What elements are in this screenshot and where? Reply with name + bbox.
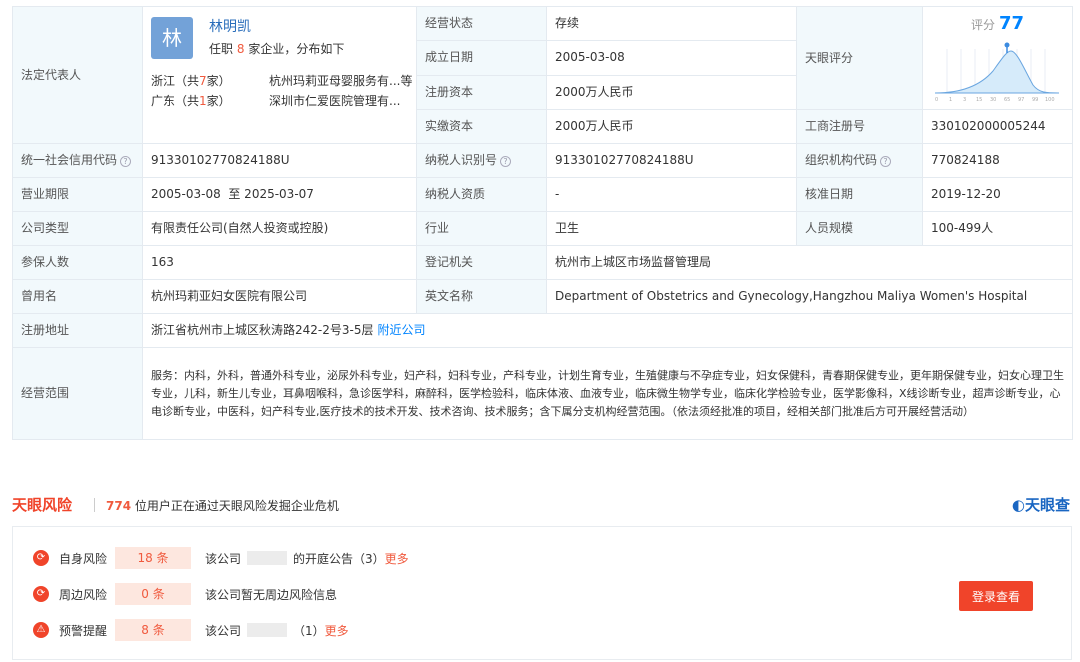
- value-reg-capital: 2000万人民币: [546, 74, 797, 111]
- value-biz-scope: 服务：内科，外科，普通外科专业，泌尿外科专业，妇产科，妇科专业，产科专业，计划生…: [142, 347, 1073, 440]
- label-address: 注册地址: [12, 313, 143, 348]
- tick-label: 3: [963, 97, 966, 103]
- risk-desc: 该公司暂无周边风险信息: [205, 588, 338, 602]
- label-company-type: 公司类型: [12, 211, 143, 246]
- risk-label: 自身风险: [59, 552, 108, 566]
- tick-label: 100: [1045, 97, 1055, 103]
- tick-label: 99: [1032, 97, 1038, 103]
- value-taxpayer-id: 91330102770824188U: [546, 143, 797, 178]
- risk-panel: ⟳ 自身风险 18 条 该公司 的开庭公告（3）更多 ⟳ 周边风险 0 条 该公司…: [12, 526, 1072, 660]
- label-status: 经营状态: [416, 5, 547, 42]
- nearby-companies-link[interactable]: 附近公司: [377, 323, 425, 337]
- value-taxpayer-qual: -: [546, 177, 797, 212]
- risk-count-badge[interactable]: 8 条: [115, 619, 191, 641]
- label-org-code: 组织机构代码?: [796, 143, 923, 178]
- label-industry: 行业: [416, 211, 547, 246]
- label-staff-size: 人员规模: [796, 211, 923, 246]
- label-paid-capital: 实缴资本: [416, 109, 547, 144]
- score-distribution-chart: 0 1 3 15 30 65 97 99 100: [934, 42, 1060, 103]
- label-biz-scope: 经营范围: [12, 347, 143, 440]
- risk-user-count: 774 位用户正在通过天眼风险发掘企业危机: [106, 499, 339, 513]
- risk-row-surrounding: ⟳ 周边风险 0 条 该公司暂无周边风险信息: [33, 583, 733, 605]
- label-biz-term: 营业期限: [12, 177, 143, 212]
- legal-rep-card: 林 林明凯 任职 8 家企业，分布如下 浙江（共7家） 杭州玛莉亚母婴服务有..…: [143, 7, 416, 143]
- label-legal-rep: 法定代表人: [12, 6, 143, 144]
- risk-header: 天眼风险 774 位用户正在通过天眼风险发掘企业危机 ◐天眼查: [12, 492, 1072, 518]
- risk-row-warning: ⚠ 预警提醒 8 条 该公司 （1）更多: [33, 619, 733, 641]
- label-authority: 登记机关: [416, 245, 547, 280]
- rep-position-summary: 任职 8 家企业，分布如下: [209, 42, 345, 56]
- avatar: 林: [151, 17, 193, 59]
- value-org-code: 770824188: [922, 143, 1073, 178]
- tick-label: 30: [990, 97, 996, 103]
- value-former-name: 杭州玛莉亚妇女医院有限公司: [142, 279, 417, 314]
- value-biz-term: 2005-03-08 至 2025-03-07: [142, 177, 417, 212]
- value-authority: 杭州市上城区市场监督管理局: [546, 245, 1073, 280]
- alarm-icon: ⚠: [33, 622, 49, 638]
- more-link[interactable]: 更多: [385, 552, 409, 566]
- tick-label: 0: [935, 97, 938, 103]
- more-link[interactable]: 更多: [325, 624, 349, 638]
- surrounding-risk-icon: ⟳: [33, 586, 49, 602]
- risk-row-self: ⟳ 自身风险 18 条 该公司 的开庭公告（3）更多: [33, 547, 733, 569]
- label-taxpayer-qual: 纳税人资质: [416, 177, 547, 212]
- value-biz-reg-no: 330102000005244: [922, 109, 1073, 144]
- help-icon[interactable]: ?: [120, 156, 132, 167]
- score-widget[interactable]: 评分 77 0 1 3 15 30 65 97 99 100: [923, 7, 1072, 109]
- value-industry: 卫生: [546, 211, 797, 246]
- tick-label: 97: [1018, 97, 1024, 103]
- score-text: 评分 77: [970, 13, 1025, 34]
- value-credit-code: 91330102770824188U: [142, 143, 417, 178]
- company-info-table: 法定代表人 林 林明凯 任职 8 家企业，分布如下 浙江（共7家） 杭州玛莉亚母…: [12, 5, 1073, 440]
- risk-label: 周边风险: [59, 588, 108, 602]
- label-former-name: 曾用名: [12, 279, 143, 314]
- value-insured: 163: [142, 245, 417, 280]
- label-found-date: 成立日期: [416, 40, 547, 76]
- value-company-type: 有限责任公司(自然人投资或控股): [142, 211, 417, 246]
- risk-desc: 该公司 的开庭公告（3）更多: [205, 551, 409, 566]
- help-icon[interactable]: ?: [880, 156, 892, 167]
- value-found-date: 2005-03-08: [546, 40, 797, 76]
- label-credit-code: 统一社会信用代码?: [12, 143, 143, 178]
- label-approve-date: 核准日期: [796, 177, 923, 212]
- value-address: 浙江省杭州市上城区秋涛路242-2号3-5层 附近公司: [142, 313, 1073, 348]
- masked-company: [247, 623, 288, 637]
- value-approve-date: 2019-12-20: [922, 177, 1073, 212]
- tick-label: 15: [976, 97, 982, 103]
- tianyancha-logo[interactable]: ◐天眼查: [1012, 494, 1070, 515]
- label-reg-capital: 注册资本: [416, 74, 547, 111]
- self-risk-icon: ⟳: [33, 550, 49, 566]
- label-taxpayer-id: 纳税人识别号?: [416, 143, 547, 178]
- divider: [94, 498, 95, 512]
- label-english-name: 英文名称: [416, 279, 547, 314]
- value-status: 存续: [546, 5, 797, 42]
- risk-desc: 该公司 （1）更多: [205, 623, 349, 638]
- label-insured: 参保人数: [12, 245, 143, 280]
- rep-region-zhejiang[interactable]: 浙江（共7家） 杭州玛莉亚母婴服务有...等: [151, 73, 412, 90]
- masked-company: [247, 551, 288, 565]
- rep-region-guangdong[interactable]: 广东（共1家） 深圳市仁爱医院管理有...: [151, 93, 411, 110]
- tick-label: 65: [1004, 97, 1010, 103]
- risk-count-badge[interactable]: 18 条: [115, 547, 191, 569]
- value-staff-size: 100-499人: [922, 211, 1073, 246]
- value-english-name: Department of Obstetrics and Gynecology,…: [546, 279, 1073, 314]
- label-biz-reg-no: 工商注册号: [796, 109, 923, 144]
- rep-name-link[interactable]: 林明凯: [209, 19, 251, 36]
- risk-label: 预警提醒: [59, 624, 108, 638]
- login-view-button[interactable]: 登录查看: [959, 581, 1033, 611]
- value-paid-capital: 2000万人民币: [546, 109, 797, 144]
- help-icon[interactable]: ?: [500, 156, 512, 167]
- risk-count-badge[interactable]: 0 条: [115, 583, 191, 605]
- tick-label: 1: [949, 97, 952, 103]
- label-tianyan-score: 天眼评分: [796, 6, 923, 110]
- risk-logo: 天眼风险: [12, 496, 73, 514]
